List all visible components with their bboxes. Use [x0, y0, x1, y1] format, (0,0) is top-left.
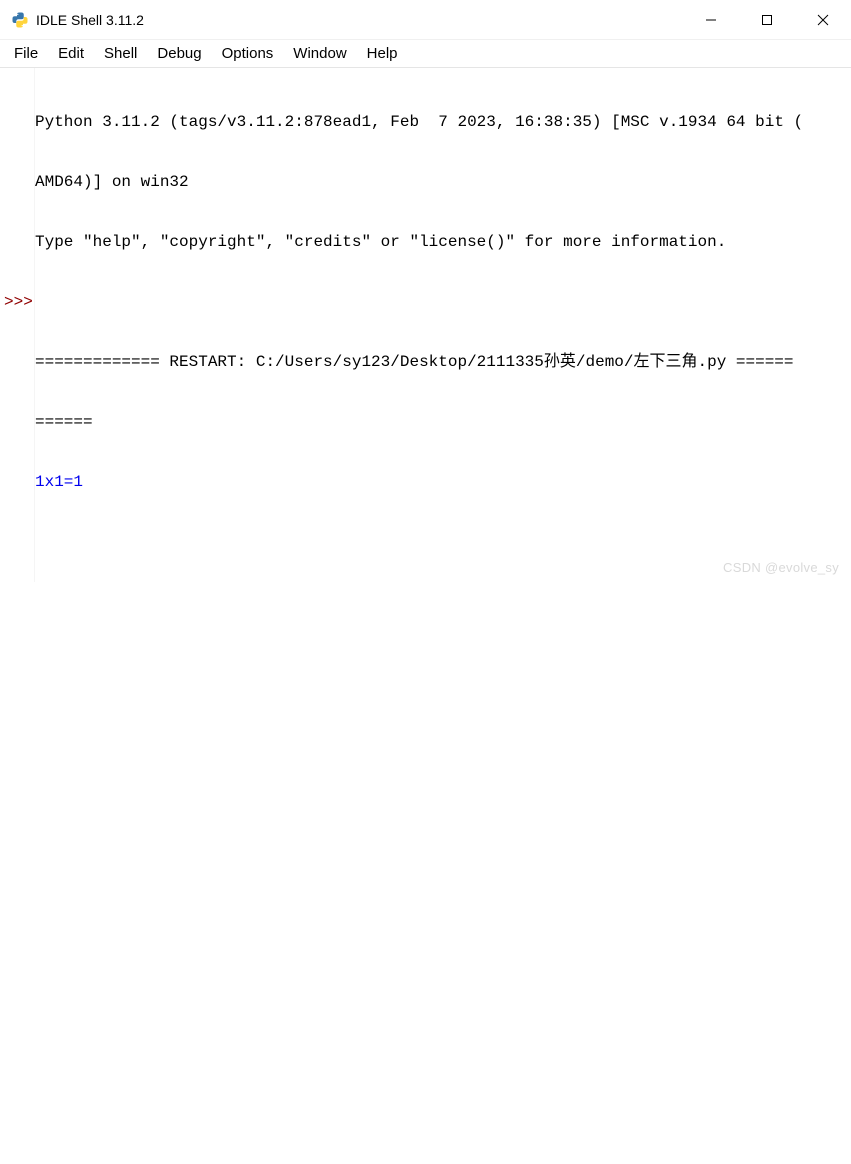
menu-help[interactable]: Help	[357, 43, 408, 64]
menu-options[interactable]: Options	[212, 43, 284, 64]
shell-blank-line	[35, 292, 851, 312]
shell-header-line: Type "help", "copyright", "credits" or "…	[35, 232, 851, 252]
shell-output-line	[35, 532, 851, 552]
shell-output-line: 1x1=1	[35, 472, 851, 492]
window-controls	[683, 0, 851, 39]
menu-window[interactable]: Window	[283, 43, 356, 64]
menu-shell[interactable]: Shell	[94, 43, 147, 64]
menu-file[interactable]: File	[4, 43, 48, 64]
shell-restart-line: ============= RESTART: C:/Users/sy123/De…	[35, 352, 851, 372]
shell-restart-line: ======	[35, 412, 851, 432]
close-button[interactable]	[795, 0, 851, 39]
prompt-gutter: >>> >>>	[0, 68, 34, 582]
shell-header-line: AMD64)] on win32	[35, 172, 851, 192]
window-title: IDLE Shell 3.11.2	[36, 12, 683, 28]
shell-header-line: Python 3.11.2 (tags/v3.11.2:878ead1, Feb…	[35, 112, 851, 132]
prompt: >>>	[0, 292, 34, 312]
menu-edit[interactable]: Edit	[48, 43, 94, 64]
app-icon	[10, 10, 30, 30]
shell-content[interactable]: Python 3.11.2 (tags/v3.11.2:878ead1, Feb…	[34, 68, 851, 582]
watermark: CSDN @evolve_sy	[723, 558, 839, 578]
maximize-button[interactable]	[739, 0, 795, 39]
menu-debug[interactable]: Debug	[147, 43, 211, 64]
titlebar: IDLE Shell 3.11.2	[0, 0, 851, 40]
minimize-button[interactable]	[683, 0, 739, 39]
shell-area[interactable]: >>> >>> Python 3.11.2 (tags/v3.11.2:878e…	[0, 68, 851, 582]
menubar: File Edit Shell Debug Options Window Hel…	[0, 40, 851, 68]
